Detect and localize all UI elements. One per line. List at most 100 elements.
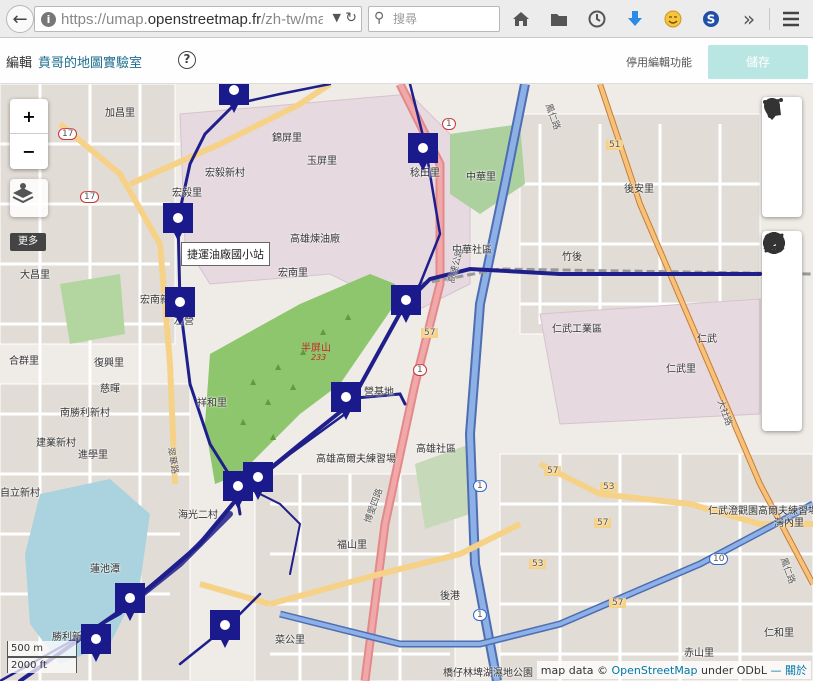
place-label: 營基地 — [364, 387, 394, 398]
place-label: 自立新村 — [0, 488, 40, 499]
marker-tooltip: 捷運油廠國小站 — [181, 242, 270, 266]
road-shield: 17 — [80, 191, 100, 203]
road-shield: 57 — [609, 598, 627, 608]
place-label: 赤山里 — [684, 648, 714, 659]
map-marker[interactable] — [330, 381, 362, 421]
url-dropdown-icon[interactable]: ▼ — [333, 11, 341, 24]
place-label: 菜公里 — [275, 635, 305, 646]
search-box[interactable]: ⚲ — [368, 6, 500, 32]
download-icon[interactable] — [622, 6, 648, 32]
road-shield: 1 — [473, 480, 487, 492]
svg-text:▲: ▲ — [320, 327, 327, 336]
peak-label: 半屏山 — [301, 343, 331, 354]
map-marker[interactable] — [209, 609, 241, 649]
map-marker[interactable] — [80, 623, 112, 663]
place-label: 仁武里 — [666, 364, 696, 375]
place-label: 祥和里 — [197, 398, 227, 409]
reload-icon[interactable]: ↻ — [345, 10, 357, 26]
place-label: 宏毅里 — [172, 188, 202, 199]
place-label: 海光二村 — [178, 510, 218, 521]
map-marker[interactable] — [114, 582, 146, 622]
svg-text:▲: ▲ — [270, 432, 277, 441]
svg-text:▲: ▲ — [275, 362, 282, 371]
place-label: 錦屏里 — [272, 133, 302, 144]
layers-icon[interactable] — [762, 235, 802, 351]
settings-toolbar — [762, 231, 802, 431]
road-shield: 57 — [594, 518, 612, 528]
map-marker[interactable] — [164, 286, 196, 326]
place-label: 宏南里 — [278, 268, 308, 279]
park-label: 橋仔林埤湖濕地公園 — [443, 668, 533, 679]
about-link[interactable]: 關於 — [785, 664, 807, 677]
overflow-icon[interactable]: » — [736, 6, 762, 32]
road-shield: 1 — [413, 364, 427, 376]
place-label: 中華里 — [466, 172, 496, 183]
map-marker-selected[interactable] — [162, 202, 194, 242]
layers-hand-icon — [12, 183, 34, 204]
zoom-in-button[interactable]: + — [10, 99, 48, 134]
svg-text:S: S — [707, 13, 716, 27]
back-icon[interactable]: ← — [6, 5, 34, 33]
place-label: 仁武工業區 — [552, 324, 602, 335]
permissions-key-icon[interactable] — [762, 237, 802, 431]
draw-line-icon[interactable] — [762, 98, 802, 177]
place-label: 復興里 — [94, 358, 124, 369]
road-shield: 57 — [421, 328, 439, 338]
scale-imperial: 2000 ft — [7, 657, 77, 673]
place-label: 後港 — [440, 591, 460, 602]
attribution-separator: — — [770, 664, 782, 677]
disable-edit-button[interactable]: 停用編輯功能 — [626, 54, 692, 70]
svg-text:▲: ▲ — [240, 417, 247, 426]
menu-icon[interactable] — [778, 6, 804, 32]
map-title[interactable]: 賁哥的地圖實驗室 — [38, 52, 142, 71]
attribution-license: under ODbL — [701, 664, 767, 677]
peak-elevation: 233 — [311, 353, 327, 362]
road-shield: 1 — [473, 609, 487, 621]
place-label: 竹後 — [562, 252, 582, 263]
help-icon[interactable]: ? — [178, 51, 196, 69]
place-label: 南勝利新村 — [60, 408, 110, 419]
place-label: 玉屏里 — [307, 156, 337, 167]
url-bar[interactable]: i https://umap.openstreetmap.fr/zh-tw/ma… — [34, 6, 362, 32]
road-shield: 53 — [529, 559, 547, 569]
zoom-control: + − — [10, 99, 48, 169]
edit-label: 編輯 — [6, 56, 33, 71]
save-button[interactable]: 儲存 — [708, 45, 808, 79]
emoji-icon[interactable] — [660, 6, 686, 32]
s-extension-icon[interactable]: S — [698, 6, 724, 32]
map-canvas[interactable]: ▲ ▲ ▲ ▲ ▲ ▲ ▲ ▲ ▲ 加昌里 錦屏里 玉屏里 稔田里 中華里 宏毅… — [0, 84, 813, 681]
draw-toolbar — [762, 97, 802, 217]
search-input[interactable] — [393, 9, 497, 29]
place-label: 福山里 — [337, 540, 367, 551]
search-icon: ⚲ — [374, 10, 385, 26]
settings-gear-icon[interactable] — [762, 232, 802, 311]
place-label: 建業新村 — [36, 438, 76, 449]
svg-text:▲: ▲ — [290, 382, 297, 391]
more-controls-button[interactable]: 更多 — [10, 233, 46, 251]
map-marker[interactable] — [218, 84, 250, 114]
place-label: 加昌里 — [105, 108, 135, 119]
scale-metric: 500 m — [7, 641, 77, 657]
zoom-out-button[interactable]: − — [10, 134, 48, 169]
home-icon[interactable] — [508, 6, 534, 32]
place-label: 合群里 — [9, 356, 39, 367]
map-marker[interactable] — [390, 284, 422, 324]
draw-polygon-icon[interactable] — [762, 99, 802, 217]
map-marker[interactable] — [222, 470, 254, 510]
map-center-icon[interactable] — [762, 233, 802, 391]
history-icon[interactable] — [584, 6, 610, 32]
place-label: 高雄高爾夫練習場 — [316, 454, 396, 465]
attribution: map data © OpenStreetMap under ODbL — 關於 — [536, 661, 811, 679]
map-marker[interactable] — [407, 132, 439, 172]
place-label: 進學里 — [78, 450, 108, 461]
road-shield: 51 — [606, 140, 624, 150]
osm-link[interactable]: OpenStreetMap — [612, 664, 698, 677]
folder-icon[interactable] — [546, 6, 572, 32]
place-label: 慈暉 — [100, 384, 120, 395]
url-text[interactable]: https://umap.openstreetmap.fr/zh-tw/ma — [61, 11, 323, 28]
place-label: 仁和里 — [764, 628, 794, 639]
site-info-icon[interactable]: i — [41, 12, 56, 27]
browser-toolbar: ← i https://umap.openstreetmap.fr/zh-tw/… — [0, 0, 813, 38]
place-label: 大昌里 — [20, 270, 50, 281]
locate-layers-button[interactable] — [10, 179, 48, 217]
